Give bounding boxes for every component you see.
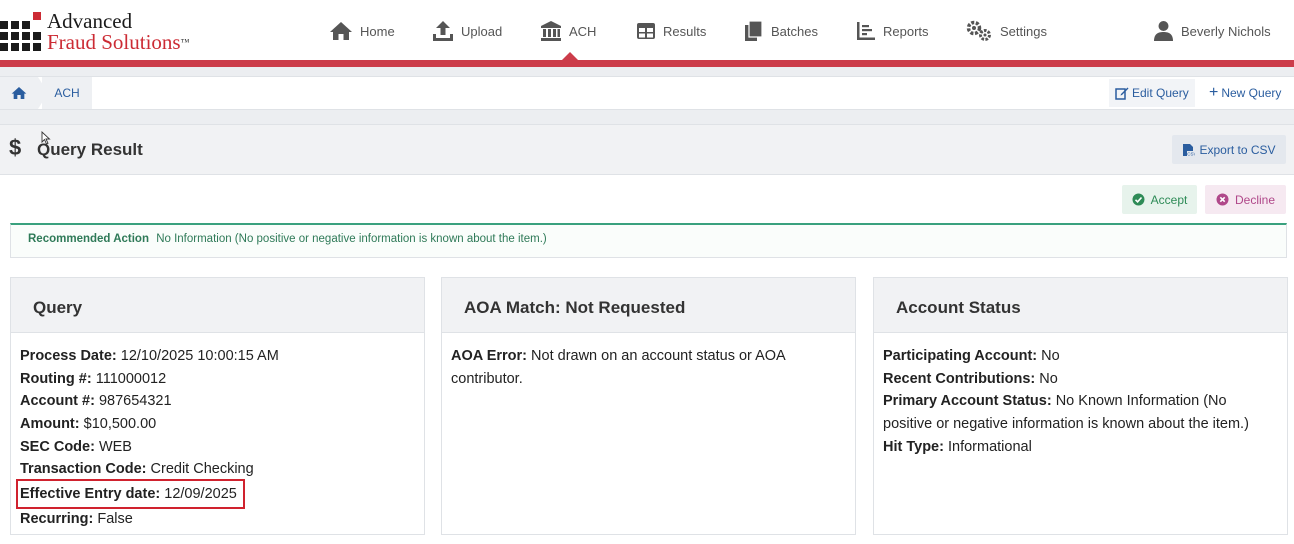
breadcrumb-ach[interactable]: ACH — [42, 77, 92, 109]
field-recent-contributions: Recent Contributions: No — [883, 370, 1058, 387]
field-participating-account: Participating Account: No — [883, 348, 1060, 364]
files-icon — [745, 20, 763, 41]
table-icon — [637, 23, 655, 39]
breadcrumb: ACH Edit Query + New Query — [0, 76, 1294, 110]
field-transaction-code: Transaction Code: Credit Checking — [20, 460, 254, 477]
mouse-cursor-icon — [41, 131, 51, 145]
x-circle-icon — [1216, 193, 1229, 206]
export-csv-button[interactable]: CSV Export to CSV — [1172, 135, 1286, 164]
edit-query-button[interactable]: Edit Query — [1109, 79, 1195, 107]
recommended-action-banner: Recommended Action No Information (No po… — [10, 223, 1287, 258]
top-navbar: Advanced Fraud Solutions™ Home Upload AC… — [0, 0, 1294, 60]
user-menu[interactable]: Beverly Nichols — [1153, 18, 1271, 44]
plus-icon: + — [1209, 84, 1219, 101]
query-card-title: Query — [11, 278, 424, 333]
field-recurring: Recurring: False — [20, 510, 133, 527]
query-result-panel: $ Query Result CSV Export to CSV Accept … — [0, 124, 1294, 544]
home-icon — [330, 22, 352, 40]
gears-icon — [966, 20, 991, 41]
user-name: Beverly Nichols — [1181, 23, 1271, 39]
dollar-icon: $ — [9, 135, 22, 160]
nav-settings[interactable]: Settings — [966, 18, 1047, 44]
recommended-action-label: Recommended Action — [28, 233, 149, 245]
recommended-action-text: No Information (No positive or negative … — [156, 233, 547, 245]
aoa-card: AOA Match: Not Requested AOA Error: Not … — [441, 277, 856, 535]
home-icon — [11, 87, 27, 99]
main-nav: Home Upload ACH Results Batches Reports … — [0, 0, 1294, 60]
nav-home[interactable]: Home — [329, 18, 395, 44]
brand-divider — [0, 60, 1294, 67]
field-aoa-error: AOA Error: Not drawn on an account statu… — [451, 348, 785, 387]
decline-button[interactable]: Decline — [1205, 185, 1286, 214]
check-circle-icon — [1132, 193, 1145, 206]
csv-file-icon: CSV — [1183, 143, 1196, 156]
bank-icon — [541, 21, 561, 41]
field-account: Account #: 987654321 — [20, 393, 172, 410]
field-process-date: Process Date: 12/10/2025 10:00:15 AM — [20, 348, 279, 364]
report-icon — [857, 22, 875, 40]
nav-batches[interactable]: Batches — [744, 18, 818, 44]
active-nav-caret — [562, 52, 578, 60]
field-sec-code: SEC Code: WEB — [20, 438, 132, 455]
page-title: Query Result — [37, 140, 143, 159]
new-query-button[interactable]: + New Query — [1203, 79, 1288, 107]
nav-results[interactable]: Results — [636, 18, 706, 44]
svg-text:CSV: CSV — [1188, 151, 1196, 156]
field-primary-account-status: Primary Account Status: No Known Informa… — [883, 393, 1249, 433]
highlight-box: Effective Entry date: 12/09/2025 — [16, 478, 245, 509]
field-routing: Routing #: 111000012 — [20, 370, 167, 387]
query-card: Query Process Date: 12/10/2025 10:00:15 … — [10, 277, 425, 535]
field-amount: Amount: $10,500.00 — [20, 416, 157, 433]
field-hit-type: Hit Type: Informational — [883, 438, 1032, 455]
upload-icon — [433, 21, 453, 41]
nav-upload[interactable]: Upload — [432, 18, 502, 44]
nav-ach[interactable]: ACH — [540, 18, 596, 44]
field-effective-entry-date: Effective Entry date: 12/09/2025 — [16, 478, 415, 509]
accept-button[interactable]: Accept — [1122, 185, 1197, 214]
breadcrumb-home[interactable] — [0, 77, 48, 109]
user-icon — [1154, 21, 1173, 41]
aoa-card-title: AOA Match: Not Requested — [442, 278, 855, 333]
account-status-card: Account Status Participating Account: No… — [873, 277, 1288, 535]
nav-reports[interactable]: Reports — [856, 18, 929, 44]
edit-icon — [1115, 87, 1129, 100]
panel-header: $ Query Result CSV Export to CSV — [0, 125, 1294, 175]
account-status-card-title: Account Status — [874, 278, 1287, 333]
